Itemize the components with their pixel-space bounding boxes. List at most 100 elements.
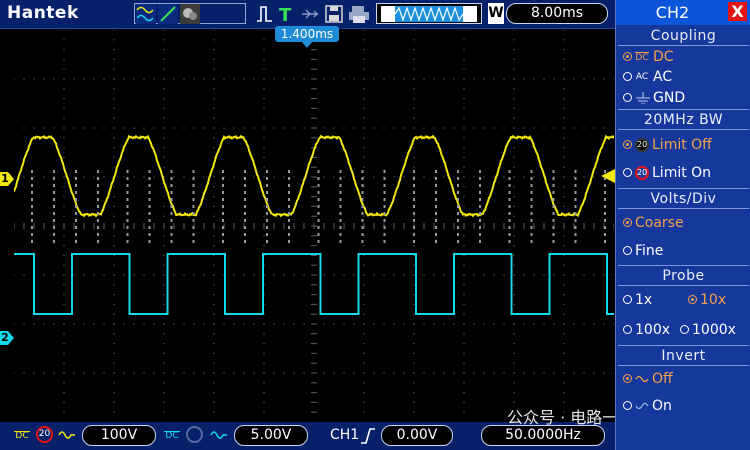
grid-dot	[483, 323, 485, 325]
divider	[618, 109, 749, 110]
grid-dot	[583, 127, 585, 129]
xy-mode-icon[interactable]	[158, 4, 178, 24]
grid-dot	[513, 147, 515, 149]
frequency-readout: 50.0000Hz	[481, 425, 605, 446]
grid-dot	[153, 127, 155, 129]
grid-dot	[213, 411, 215, 413]
grid-dot	[593, 78, 595, 80]
probe-option-10x[interactable]: 10x	[688, 291, 726, 309]
probe-option-100x[interactable]: 100x	[623, 321, 670, 339]
grid-dot	[63, 127, 65, 129]
bw-option-limit-on[interactable]: 20 Limit On	[623, 164, 711, 182]
grid-dot	[163, 372, 165, 374]
grid-dot	[73, 127, 75, 129]
divider	[618, 265, 749, 266]
grid-dot	[413, 68, 415, 70]
probe-option-1x[interactable]: 1x	[623, 291, 652, 309]
memory-waveform-icon	[381, 6, 477, 22]
grid-dot	[363, 30, 365, 31]
grid-dot	[613, 78, 614, 80]
grid-dot	[83, 274, 85, 276]
grid-dot	[23, 176, 25, 178]
coupling-option-ac[interactable]: AC AC	[623, 68, 672, 86]
grid-dot	[163, 245, 165, 247]
trigger-source[interactable]: CH1	[330, 427, 359, 443]
waveform-mode-button[interactable]: W	[488, 3, 504, 24]
close-icon[interactable]: X	[728, 2, 747, 21]
ch2-bw-limit-icon	[186, 426, 203, 443]
timebase-value[interactable]: 8.00ms	[506, 3, 608, 24]
grid-dot	[213, 284, 215, 286]
ch1-volts-div[interactable]: 100V	[82, 425, 156, 446]
grid-dot	[563, 186, 565, 188]
radio-icon	[623, 246, 632, 255]
grid-dot	[143, 176, 145, 178]
grid-dot	[283, 78, 285, 80]
grid-dot	[213, 107, 215, 109]
grid-dot	[373, 372, 375, 374]
grid-dot	[413, 411, 415, 413]
grid-dot	[153, 274, 155, 276]
grid-dot	[113, 362, 115, 364]
grid-dot	[513, 39, 515, 41]
grid-dot	[413, 362, 415, 364]
grid-dot	[113, 117, 115, 119]
persistence-mode-icon[interactable]	[180, 4, 200, 24]
grid-dot	[163, 294, 165, 296]
grid-dot	[333, 372, 335, 374]
trigger-level-value[interactable]: 0.00V	[381, 425, 453, 446]
grid-dot	[173, 78, 175, 80]
print-icon[interactable]	[348, 4, 370, 24]
grid-dot	[173, 274, 175, 276]
grid-dot	[93, 127, 95, 129]
grid-dot	[213, 303, 215, 305]
trigger-position-arrow-icon[interactable]	[301, 41, 313, 48]
waveform-mode-icon[interactable]	[136, 4, 156, 24]
grid-dot	[463, 392, 465, 394]
ch1-marker-label: 1	[1, 172, 9, 185]
grid-dot	[213, 58, 215, 60]
grid-dot	[353, 127, 355, 129]
grid-dot	[113, 98, 115, 100]
trigger-level-marker-icon[interactable]	[601, 169, 615, 183]
grid-dot	[613, 372, 614, 374]
grid-dot	[603, 323, 605, 325]
grid-dot	[563, 392, 565, 394]
grid-dot	[563, 205, 565, 207]
grid-dot	[463, 156, 465, 158]
invert-option-off[interactable]: Off	[623, 370, 673, 388]
grid-dot	[563, 294, 565, 296]
grid-dot	[483, 127, 485, 129]
grid-dot	[513, 294, 515, 296]
volts-option-coarse[interactable]: Coarse	[623, 214, 684, 232]
volts-option-fine[interactable]: Fine	[623, 242, 663, 260]
grid-dot	[113, 245, 115, 247]
grid-dot	[113, 107, 115, 109]
coupling-option-dc[interactable]: DC DC	[623, 48, 674, 66]
grid-dot	[163, 39, 165, 41]
grid-dot	[603, 127, 605, 129]
grid-dot	[273, 176, 275, 178]
save-disk-icon[interactable]	[324, 4, 344, 24]
ch2-volts-div[interactable]: 5.00V	[234, 425, 308, 446]
grid-dot	[343, 372, 345, 374]
section-coupling: Coupling	[618, 27, 749, 46]
grid-dot	[413, 382, 415, 384]
bw-option-limit-off[interactable]: 20 Limit Off	[623, 136, 712, 154]
grid-dot	[343, 176, 345, 178]
invert-option-on[interactable]: On	[623, 397, 672, 415]
grid-dot	[243, 274, 245, 276]
grid-dot	[443, 127, 445, 129]
coupling-option-gnd[interactable]: GND	[623, 89, 685, 107]
grid-dot	[213, 333, 215, 335]
grid-dot	[453, 323, 455, 325]
trigger-edge-icon[interactable]	[256, 4, 274, 24]
grid-dot	[113, 313, 115, 315]
grid-dot	[563, 117, 565, 119]
grid-dot	[443, 323, 445, 325]
grid-dot	[533, 78, 535, 80]
grid-dot	[463, 49, 465, 51]
probe-option-1000x[interactable]: 1000x	[680, 321, 736, 339]
grid-dot	[303, 274, 305, 276]
grid-dot	[273, 372, 275, 374]
